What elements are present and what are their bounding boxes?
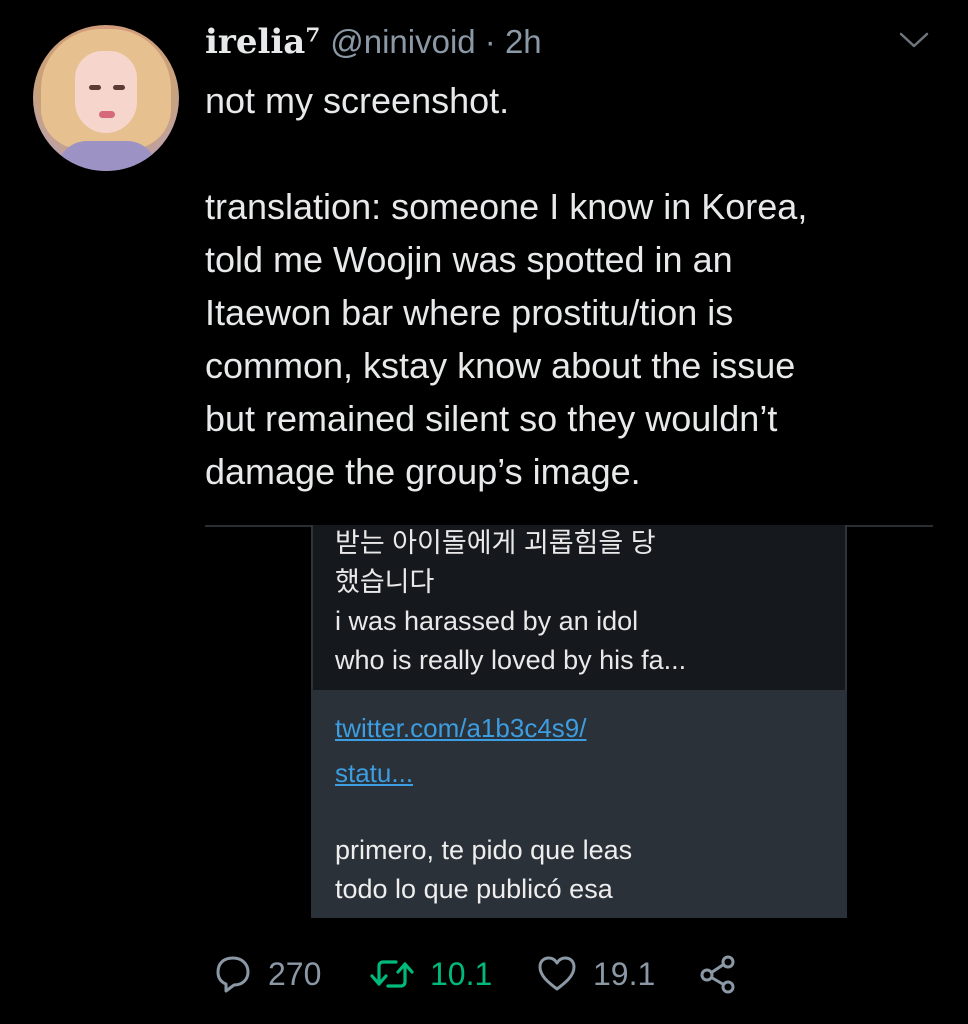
spanish-line-2: todo lo que publicó esa (335, 874, 613, 904)
reply-icon (216, 956, 250, 993)
link-line-1: twitter.com/a1b3c4s9/ (335, 713, 587, 743)
share-button[interactable] (696, 946, 740, 1002)
retweet-icon (370, 960, 414, 988)
spanish-line-1: primero, te pido que leas (335, 835, 633, 865)
retweet-button[interactable]: 10.1 (368, 946, 492, 1002)
tweet-header: irelia⁷ @ninivoid · 2h (205, 22, 542, 62)
avatar[interactable] (33, 25, 179, 171)
retweet-count: 10.1 (430, 955, 493, 992)
author-handle-and-time[interactable]: @ninivoid · 2h (330, 23, 541, 61)
reply-button[interactable]: 270 (210, 946, 321, 1002)
like-icon (538, 956, 576, 991)
author-name[interactable]: irelia⁷ (205, 22, 320, 62)
embedded-screenshot: 받는 아이돌에게 괴롭힘을 당 했습니다 i was harassed by a… (311, 525, 847, 918)
chevron-down-icon[interactable] (897, 28, 931, 52)
english-line-1: i was harassed by an idol (335, 606, 639, 636)
tweet-text: not my screenshot. translation: someone … (205, 80, 808, 492)
korean-line-1: 받는 아이돌에게 괴롭힘을 당 (335, 528, 656, 558)
like-count: 19.1 (593, 955, 656, 992)
reply-count: 270 (268, 955, 322, 992)
share-icon (700, 955, 735, 994)
quoted-card: 받는 아이돌에게 괴롭힘을 당 했습니다 i was harassed by a… (311, 525, 847, 690)
like-button[interactable]: 19.1 (535, 946, 655, 1002)
korean-line-2: 했습니다 (335, 567, 435, 597)
link-line-2: statu... (335, 758, 414, 788)
english-line-2: who is really loved by his fa... (335, 645, 687, 675)
tweet-media-image[interactable]: 받는 아이돌에게 괴롭힘을 당 했습니다 i was harassed by a… (205, 525, 933, 918)
action-bar: 270 10.1 19.1 (210, 946, 750, 1002)
